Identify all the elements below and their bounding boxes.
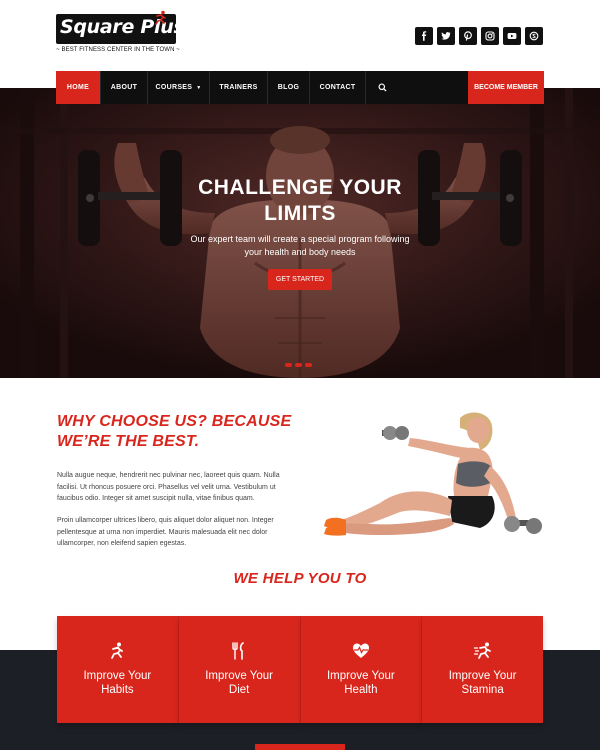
card-stamina-line-2: Stamina [461,684,504,696]
nav-item-courses[interactable]: COURSES ▼ [148,71,210,104]
card-habits[interactable]: Improve Your Habits [57,616,179,723]
card-diet-label: Improve Your Diet [179,669,300,697]
hero-title: CHALLENGE YOUR LIMITS [150,175,450,227]
hero-subtitle-line-2: your health and body needs [244,247,356,257]
nav-trainers-label: TRAINERS [219,84,258,91]
pinterest-icon[interactable] [459,27,477,45]
social-links [415,27,543,45]
slider-dots [285,363,312,367]
bottom-button[interactable] [255,744,345,750]
nav-search[interactable] [366,71,398,104]
hero-subtitle-line-1: Our expert team will create a special pr… [190,234,410,244]
sprint-icon [473,642,491,659]
nav-contact-label: CONTACT [319,84,356,91]
main-nav: HOME ABOUT COURSES ▼ TRAINERS BLOG CONTAC… [56,71,544,104]
hero-subtitle: Our expert team will create a special pr… [170,233,430,259]
why-paragraph-2: Proin ullamcorper ultrices libero, quis … [57,517,274,547]
running-icon [111,642,124,659]
nav-item-trainers[interactable]: TRAINERS [210,71,268,104]
chevron-down-icon: ▼ [196,84,202,91]
why-paragraph-1: Nulla augue neque, hendrerit nec pulvina… [57,472,280,502]
site-header: Square Plus ~ BEST FITNESS CENTER IN THE… [0,0,600,70]
hero-title-line-1: CHALLENGE YOUR [198,176,402,199]
card-stamina[interactable]: Improve Your Stamina [422,616,543,723]
get-started-button[interactable]: GET STARTED [268,269,332,290]
why-choose-title: WHY CHOOSE US? BECAUSE WE’RE THE BEST. [57,412,317,452]
card-health[interactable]: Improve Your Health [300,616,423,723]
nav-blog-label: BLOG [277,84,300,91]
why-title-line-2: WE’RE THE BEST. [57,433,200,450]
we-help-you-title: WE HELP YOU TO [233,570,367,587]
twitter-icon[interactable] [437,27,455,45]
why-title-line-1: WHY CHOOSE US? BECAUSE [57,413,292,430]
become-member-button[interactable]: BECOME MEMBER [468,71,544,104]
nav-item-about[interactable]: ABOUT [101,71,148,104]
card-habits-label: Improve Your Habits [57,669,178,697]
hero-slider: CHALLENGE YOUR LIMITS Our expert team wi… [0,88,600,378]
fork-knife-icon [232,642,244,660]
card-diet[interactable]: Improve Your Diet [178,616,301,723]
card-health-label: Improve Your Health [301,669,422,697]
skype-icon[interactable] [525,27,543,45]
slider-dot-1[interactable] [285,363,292,367]
slider-dot-3[interactable] [305,363,312,367]
slider-dot-2[interactable] [295,363,302,367]
fitness-woman-image [324,412,542,536]
help-cards: Improve Your Habits Improve Your Diet Im… [57,616,543,723]
youtube-icon[interactable] [503,27,521,45]
nav-home-label: HOME [66,84,90,91]
instagram-icon[interactable] [481,27,499,45]
runner-logo-icon [155,10,166,25]
card-habits-line-1: Improve Your [83,670,152,682]
card-habits-line-2: Habits [101,684,134,696]
card-stamina-label: Improve Your Stamina [422,669,543,697]
card-diet-line-2: Diet [228,684,250,696]
hero-title-line-2: LIMITS [264,202,336,225]
search-icon [377,83,387,92]
logo-tagline: ~ BEST FITNESS CENTER IN THE TOWN ~ [56,47,180,53]
nav-item-home[interactable]: HOME [56,71,101,104]
card-stamina-line-1: Improve Your [448,670,517,682]
nav-about-label: ABOUT [110,84,138,91]
card-health-line-1: Improve Your [326,670,395,682]
card-health-line-2: Health [344,684,378,696]
nav-item-blog[interactable]: BLOG [268,71,310,104]
heartbeat-icon [352,643,369,658]
facebook-icon[interactable] [415,27,433,45]
site-logo[interactable]: Square Plus ~ BEST FITNESS CENTER IN THE… [56,10,185,58]
nav-item-contact[interactable]: CONTACT [310,71,366,104]
nav-courses-label: COURSES [155,84,193,91]
card-diet-line-1: Improve Your [205,670,273,682]
